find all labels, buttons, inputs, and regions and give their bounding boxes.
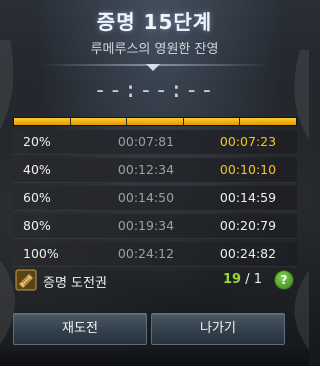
progress-tick [239, 118, 240, 125]
page-title: 증명 15단계 [96, 10, 213, 34]
record-table: 20% 00:07:81 00:07:23 40% 00:12:34 00:10… [13, 130, 297, 270]
record-percent: 40% [23, 162, 51, 177]
record-row: 100% 00:24:12 00:24:82 [13, 242, 297, 267]
record-current-time: 00:20:79 [219, 218, 277, 233]
exit-button[interactable]: 나가기 [151, 313, 285, 345]
help-button[interactable]: ? [275, 271, 293, 289]
record-row: 20% 00:07:81 00:07:23 [13, 130, 297, 155]
ticket-label: 증명 도전권 [43, 276, 107, 291]
record-current-time: 00:10:10 [219, 162, 277, 177]
record-best-time: 00:12:34 [117, 162, 175, 177]
progress-tick [183, 118, 184, 125]
chevron-down-icon [146, 64, 160, 71]
record-best-time: 00:24:12 [117, 246, 175, 261]
ticket-need-count: 1 [253, 272, 263, 287]
record-row: 60% 00:14:50 00:14:59 [13, 186, 297, 211]
record-best-time: 00:14:50 [117, 190, 175, 205]
record-current-time: 00:24:82 [219, 246, 277, 261]
record-percent: 80% [23, 218, 51, 233]
record-row: 40% 00:12:34 00:10:10 [13, 158, 297, 183]
record-percent: 20% [23, 134, 51, 149]
progress-tick [70, 118, 71, 125]
record-row: 80% 00:19:34 00:20:79 [13, 214, 297, 239]
progress-bar [13, 117, 297, 126]
progress-fill [14, 118, 296, 125]
ticket-separator: / [241, 272, 254, 287]
ticket-icon [15, 269, 37, 291]
retry-button[interactable]: 재도전 [13, 313, 147, 345]
ticket-count: 19 / 1 [223, 272, 262, 287]
record-best-time: 00:07:81 [117, 134, 175, 149]
dungeon-name: 루메루스의 영원한 잔영 [90, 42, 219, 57]
record-best-time: 00:19:34 [117, 218, 175, 233]
record-percent: 100% [23, 246, 59, 261]
ticket-have-count: 19 [223, 272, 242, 287]
record-current-time: 00:07:23 [219, 134, 277, 149]
progress-tick [126, 118, 127, 125]
footer-bar [0, 350, 309, 366]
timer-display: --:--:-- [93, 78, 216, 103]
challenge-ticket: 증명 도전권 19 / 1 ? [13, 268, 297, 294]
record-percent: 60% [23, 190, 51, 205]
record-current-time: 00:14:59 [219, 190, 277, 205]
